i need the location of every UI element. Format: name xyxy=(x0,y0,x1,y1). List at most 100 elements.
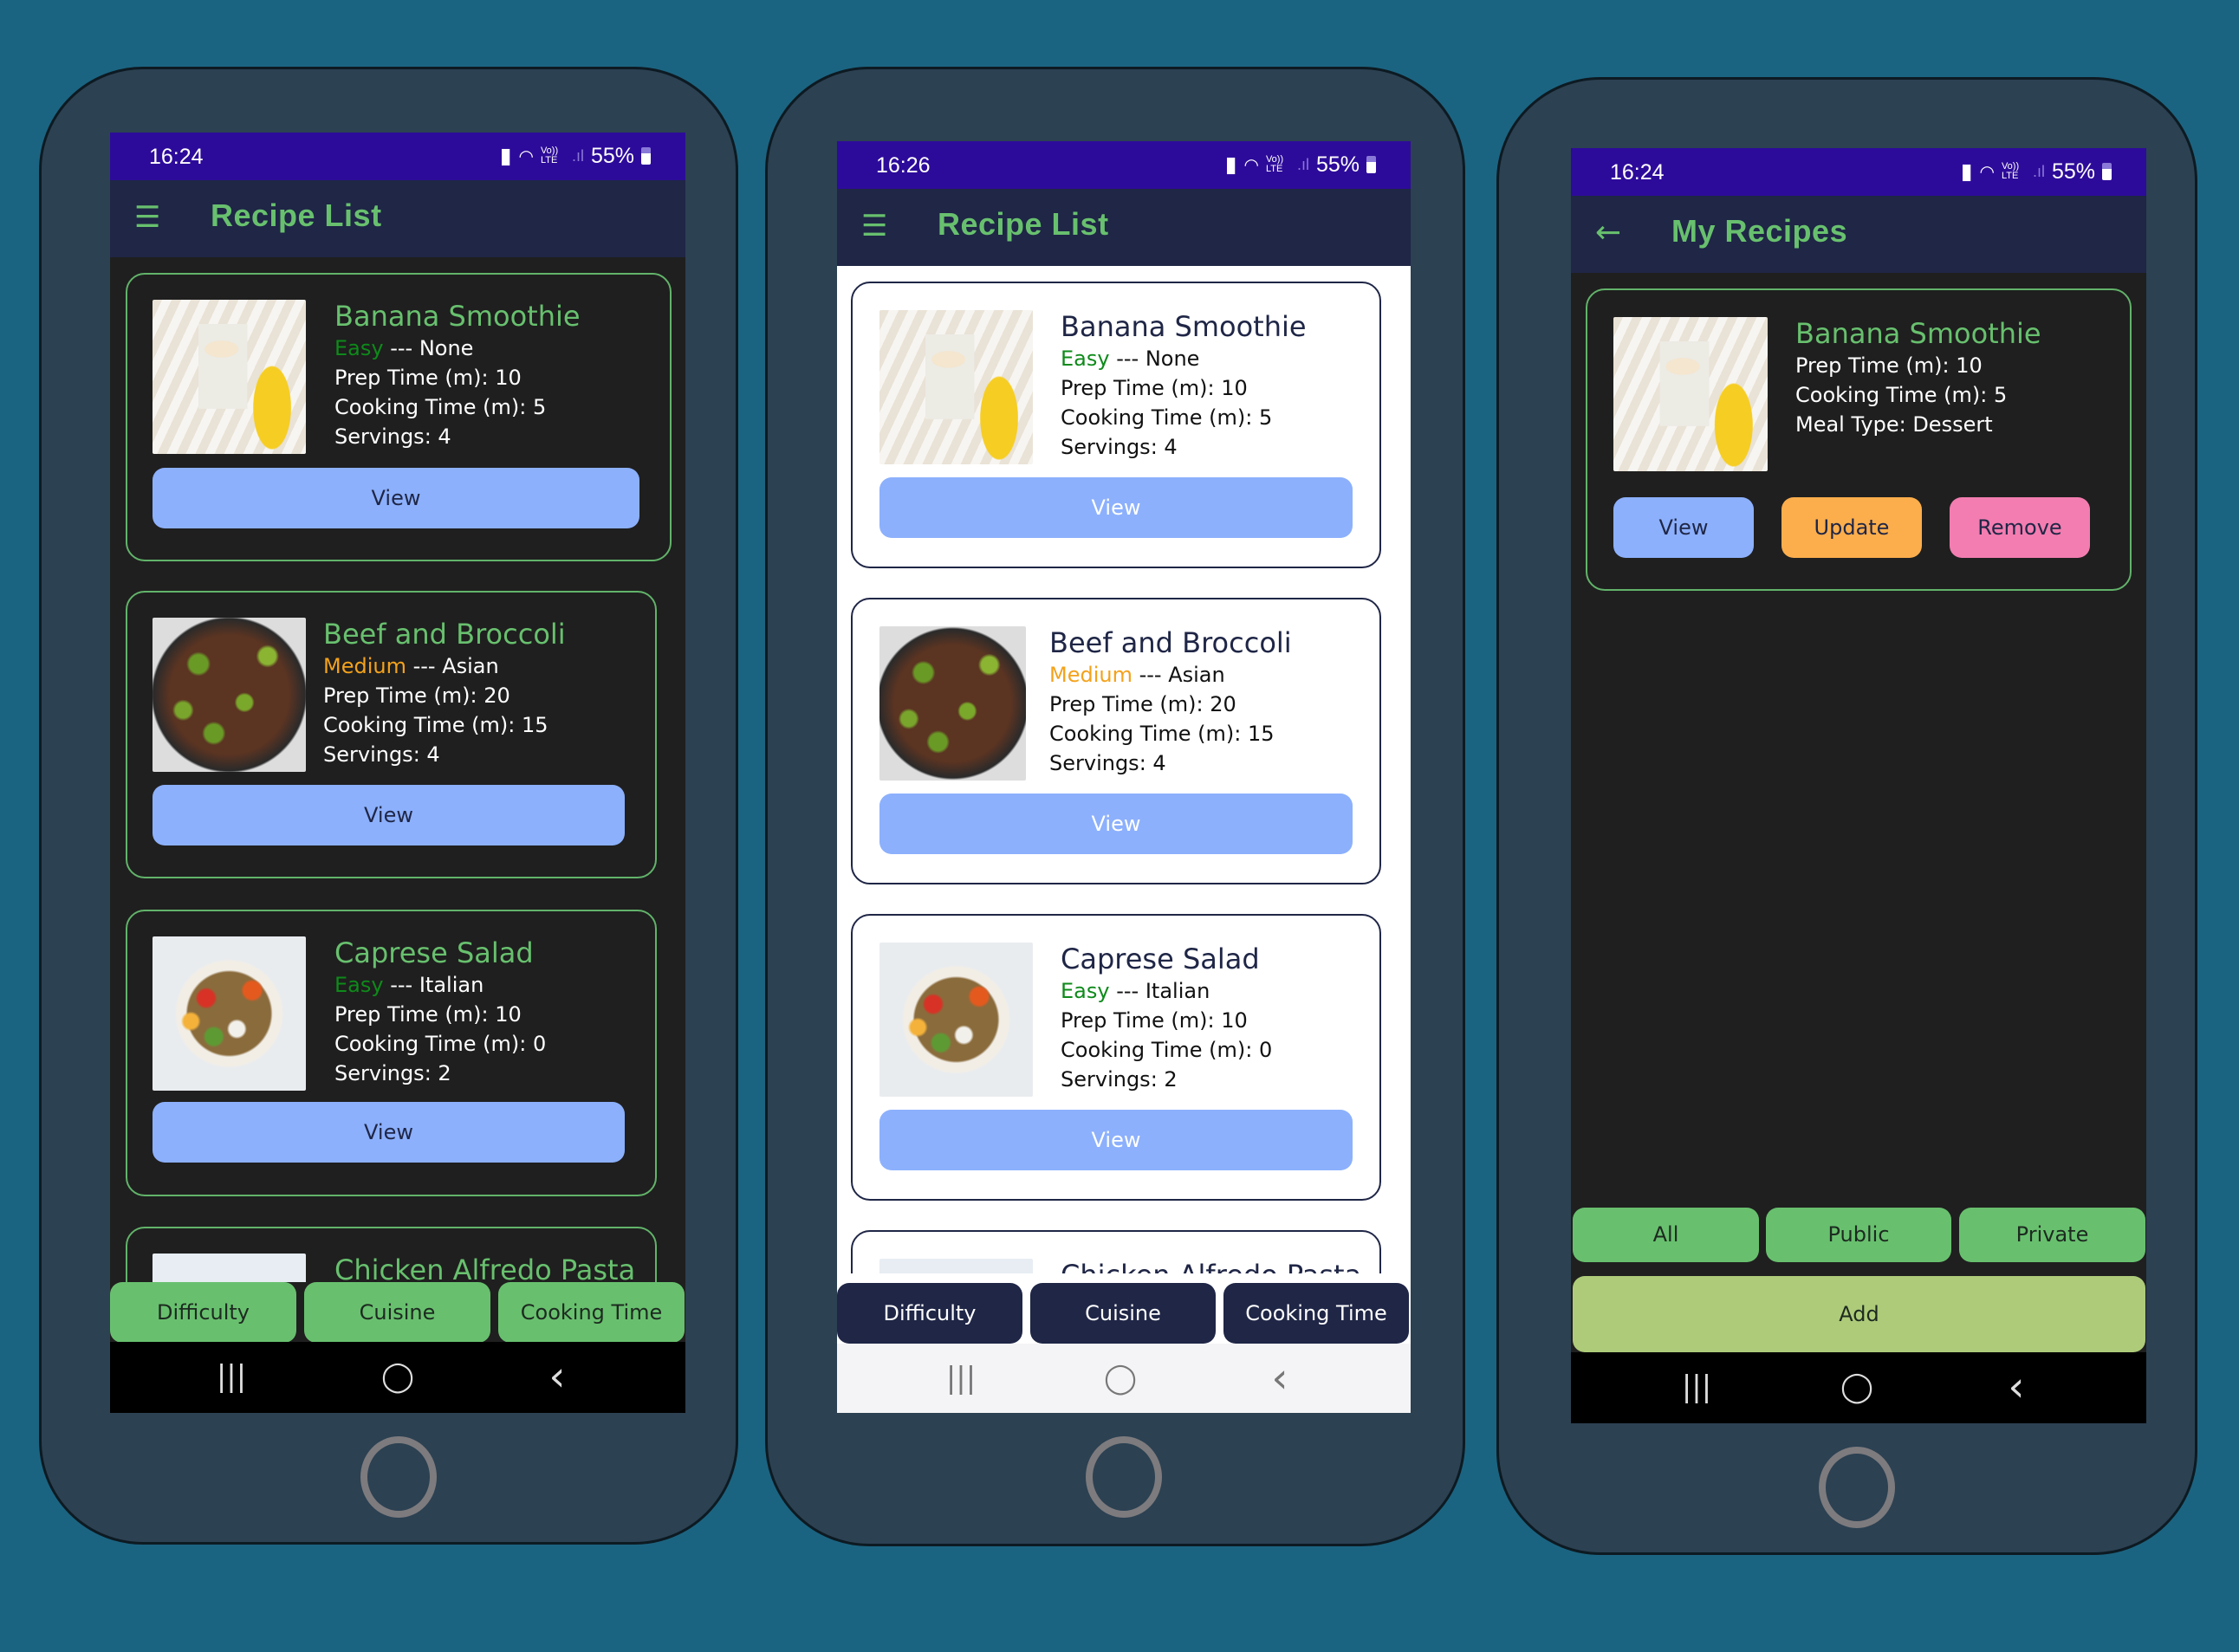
filter-cuisine-button[interactable]: Cuisine xyxy=(1030,1283,1216,1344)
volte-lte-icon: Vo)) LTE xyxy=(2001,161,2020,181)
filter-cooking-time-button[interactable]: Cooking Time xyxy=(498,1282,685,1343)
view-button[interactable]: View xyxy=(879,1110,1353,1170)
difficulty-label: Easy xyxy=(1061,979,1110,1003)
cuisine-label: --- Italian xyxy=(1116,979,1210,1003)
recipe-card: Banana Smoothie Prep Time (m): 10 Cookin… xyxy=(1586,288,2132,591)
recipe-info: Caprese Salad Easy --- Italian Prep Time… xyxy=(334,936,546,1088)
status-time: 16:26 xyxy=(876,153,931,178)
difficulty-label: Medium xyxy=(323,654,406,678)
difficulty-label: Easy xyxy=(1061,347,1110,371)
recipe-info: Banana Smoothie Prep Time (m): 10 Cookin… xyxy=(1795,316,2041,439)
recipe-card: Caprese Salad Easy --- Italian Prep Time… xyxy=(126,910,657,1196)
cooking-time: Cooking Time (m): 0 xyxy=(1061,1038,1273,1062)
view-button[interactable]: View xyxy=(879,477,1353,538)
battery-saver-icon: ▮ xyxy=(1224,152,1237,177)
home-icon[interactable]: ◯ xyxy=(1094,1359,1146,1397)
recipe-image xyxy=(1613,317,1768,471)
menu-icon[interactable]: ☰ xyxy=(861,211,892,242)
meal-type: Meal Type: Dessert xyxy=(1795,412,1993,437)
volte-lte-icon: Vo)) LTE xyxy=(540,146,559,165)
recipe-name: Banana Smoothie xyxy=(334,300,581,333)
status-time: 16:24 xyxy=(149,145,204,169)
recipe-image xyxy=(879,626,1026,781)
recipe-info: Banana Smoothie Easy --- None Prep Time … xyxy=(1061,309,1307,462)
app-bar: ← My Recipes xyxy=(1571,196,2146,273)
battery-icon xyxy=(1366,156,1376,173)
view-button[interactable]: View xyxy=(153,785,625,845)
recipe-image xyxy=(879,310,1033,464)
back-icon[interactable]: ‹ xyxy=(1254,1357,1306,1399)
status-time: 16:24 xyxy=(1610,160,1665,185)
view-button[interactable]: View xyxy=(879,794,1353,854)
recipe-name: Beef and Broccoli xyxy=(323,618,566,651)
signal-icon: .ıl xyxy=(2032,162,2045,180)
recipe-name: Chicken Alfredo Pasta xyxy=(1061,1258,1361,1273)
recipe-name: Beef and Broccoli xyxy=(1049,626,1292,659)
cooking-time: Cooking Time (m): 5 xyxy=(1795,383,2008,407)
battery-icon xyxy=(2102,163,2112,180)
recipe-card: Caprese Salad Easy --- Italian Prep Time… xyxy=(851,914,1381,1201)
phone-3-home-button[interactable] xyxy=(1819,1447,1895,1528)
phone-2-home-button[interactable] xyxy=(1086,1436,1162,1518)
servings: Servings: 4 xyxy=(334,424,451,449)
status-bar: 16:24 ▮ ◠ Vo)) LTE .ıl 55% xyxy=(110,133,685,180)
update-button[interactable]: Update xyxy=(1781,497,1922,558)
phone-2-screen: 16:26 ▮ ◠ Vo)) LTE .ıl 55% ☰ Recipe List… xyxy=(837,141,1411,1413)
phone-3-screen: 16:24 ▮ ◠ Vo)) LTE .ıl 55% ← My Recipes … xyxy=(1571,148,2146,1423)
recipe-image xyxy=(879,1259,1033,1273)
app-bar: ☰ Recipe List xyxy=(110,180,685,257)
filter-cuisine-button[interactable]: Cuisine xyxy=(304,1282,490,1343)
filter-private-button[interactable]: Private xyxy=(1959,1208,2145,1262)
recipe-card: Chicken Alfredo Pasta xyxy=(126,1227,657,1282)
system-nav-bar: ||| ◯ ‹ xyxy=(1571,1352,2146,1423)
add-button[interactable]: Add xyxy=(1573,1276,2145,1352)
back-icon[interactable]: ‹ xyxy=(531,1356,583,1397)
home-icon[interactable]: ◯ xyxy=(372,1357,424,1396)
recipe-card: Banana Smoothie Easy --- None Prep Time … xyxy=(126,273,672,561)
view-button[interactable]: View xyxy=(153,1102,625,1163)
recents-icon[interactable]: ||| xyxy=(205,1357,257,1396)
battery-saver-icon: ▮ xyxy=(1960,159,1973,184)
filter-cooking-time-button[interactable]: Cooking Time xyxy=(1223,1283,1409,1344)
cooking-time: Cooking Time (m): 15 xyxy=(323,713,548,737)
cooking-time: Cooking Time (m): 5 xyxy=(1061,405,1273,430)
cuisine-label: --- Asian xyxy=(412,654,499,678)
back-arrow-icon[interactable]: ← xyxy=(1595,217,1626,249)
app-bar: ☰ Recipe List xyxy=(837,189,1411,266)
home-icon[interactable]: ◯ xyxy=(1831,1368,1883,1406)
recipe-card: Beef and Broccoli Medium --- Asian Prep … xyxy=(126,591,657,878)
wifi-icon: ◠ xyxy=(1979,162,1995,182)
menu-icon[interactable]: ☰ xyxy=(134,202,165,233)
cuisine-label: --- Italian xyxy=(390,973,484,997)
filter-difficulty-button[interactable]: Difficulty xyxy=(837,1283,1022,1344)
back-icon[interactable]: ‹ xyxy=(1990,1366,2042,1408)
remove-button[interactable]: Remove xyxy=(1950,497,2090,558)
view-button[interactable]: View xyxy=(153,468,639,528)
prep-time: Prep Time (m): 20 xyxy=(323,683,510,708)
prep-time: Prep Time (m): 10 xyxy=(334,366,522,390)
filter-public-button[interactable]: Public xyxy=(1766,1208,1951,1262)
recipe-name: Banana Smoothie xyxy=(1795,317,2041,350)
wifi-icon: ◠ xyxy=(518,146,534,166)
battery-percent: 55% xyxy=(590,143,634,168)
recipe-info: Caprese Salad Easy --- Italian Prep Time… xyxy=(1061,942,1272,1094)
page-title: Recipe List xyxy=(938,206,1109,242)
recipe-image xyxy=(153,1254,306,1282)
servings: Servings: 2 xyxy=(334,1061,451,1085)
difficulty-label: Easy xyxy=(334,336,384,360)
filter-all-button[interactable]: All xyxy=(1573,1208,1759,1262)
difficulty-label: Easy xyxy=(334,973,384,997)
recents-icon[interactable]: ||| xyxy=(1671,1368,1723,1406)
cooking-time: Cooking Time (m): 0 xyxy=(334,1032,547,1056)
cuisine-label: --- Asian xyxy=(1139,663,1225,687)
phone-1-home-button[interactable] xyxy=(360,1436,437,1518)
prep-time: Prep Time (m): 10 xyxy=(1061,376,1248,400)
recipe-info: Banana Smoothie Easy --- None Prep Time … xyxy=(334,299,581,451)
recipe-info: Chicken Alfredo Pasta xyxy=(334,1253,635,1282)
status-icons: ▮ ◠ Vo)) LTE .ıl 55% xyxy=(1961,159,2112,185)
recents-icon[interactable]: ||| xyxy=(935,1359,987,1397)
filter-difficulty-button[interactable]: Difficulty xyxy=(110,1282,296,1343)
recipe-image xyxy=(153,618,306,772)
recipe-image xyxy=(153,300,306,454)
view-button[interactable]: View xyxy=(1613,497,1754,558)
